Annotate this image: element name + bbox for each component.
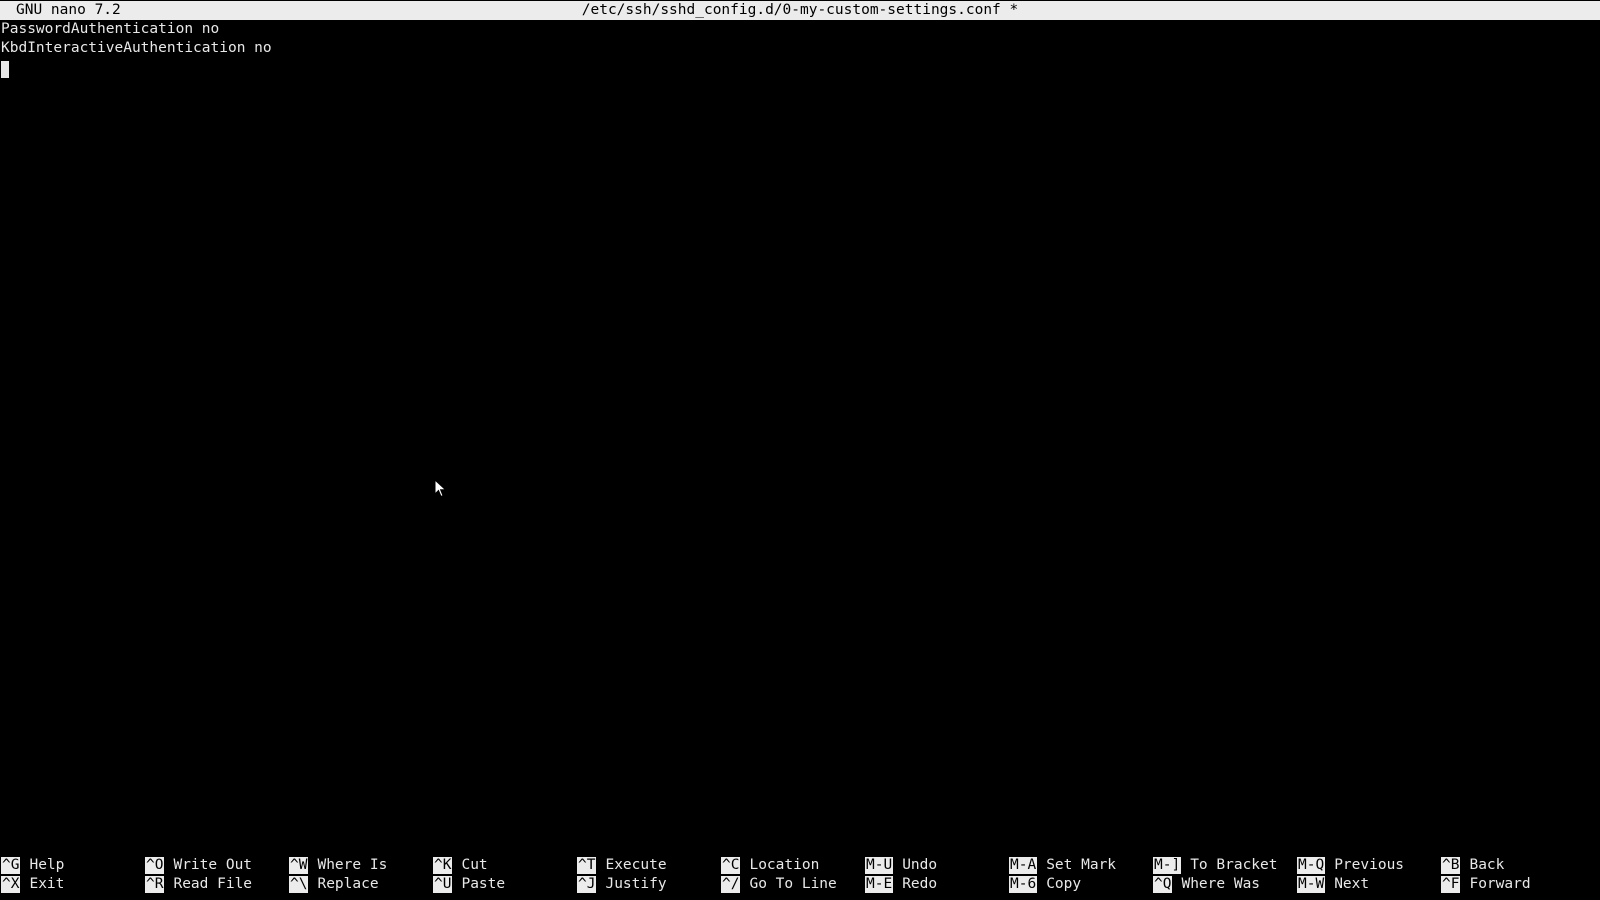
shortcut-key: ^U — [433, 876, 453, 894]
shortcut-key: ^G — [1, 857, 21, 875]
mouse-pointer-icon — [434, 479, 447, 498]
shortcut-key: ^X — [1, 876, 21, 894]
shortcut-label: Undo — [902, 857, 938, 873]
shortcut-key: M-E — [865, 876, 894, 894]
shortcut-label: Paste — [461, 876, 506, 893]
shortcut-key: ^K — [433, 857, 453, 875]
shortcut-label: Redo — [902, 876, 938, 893]
shortcut-key: ^Q — [1153, 876, 1173, 894]
shortcut-label: Execute — [605, 857, 667, 873]
shortcut-label: Replace — [317, 876, 379, 893]
shortcut-to-bracket[interactable]: M-] To Bracket — [1153, 856, 1278, 875]
shortcut-label: Copy — [1046, 876, 1082, 893]
shortcut-label: Where Is — [317, 857, 388, 873]
shortcut-paste[interactable]: ^U Paste — [433, 875, 505, 894]
shortcut-execute[interactable]: ^T Execute — [577, 856, 667, 875]
shortcut-key: M-U — [865, 857, 894, 875]
shortcut-label: Set Mark — [1046, 857, 1117, 873]
shortcut-key: ^T — [577, 857, 597, 875]
shortcut-key: ^B — [1441, 857, 1461, 875]
shortcut-row-top: ^G Help ^O Write Out ^W Where Is ^K Cut ^T Ex… — [0, 856, 1600, 875]
shortcut-undo[interactable]: M-U Undo — [865, 856, 937, 875]
shortcut-help[interactable]: ^G Help — [1, 856, 64, 875]
shortcut-key: M-Q — [1297, 857, 1326, 875]
shortcut-key: M-A — [1009, 857, 1038, 875]
nano-title-bar: GNU nano 7.2 /etc/ssh/sshd_config.d/0-my… — [0, 1, 1600, 20]
shortcut-key: ^F — [1441, 876, 1461, 894]
shortcut-back[interactable]: ^B Back — [1441, 856, 1504, 875]
shortcut-key: ^W — [289, 857, 309, 875]
file-title: /etc/ssh/sshd_config.d/0-my-custom-setti… — [581, 2, 1019, 18]
shortcut-label: Cut — [461, 857, 488, 873]
shortcut-next[interactable]: M-W Next — [1297, 875, 1369, 894]
editor-area[interactable]: PasswordAuthentication no KbdInteractive… — [1, 20, 1599, 856]
shortcut-cut[interactable]: ^K Cut — [433, 856, 488, 875]
shortcut-label: Next — [1334, 876, 1370, 893]
text-cursor — [1, 60, 9, 78]
shortcut-label: Where Was — [1181, 876, 1261, 893]
shortcut-read-file[interactable]: ^R Read File — [145, 875, 252, 894]
editor-line[interactable]: PasswordAuthentication no — [1, 20, 1599, 39]
shortcut-key: ^J — [577, 876, 597, 894]
shortcut-write-out[interactable]: ^O Write Out — [145, 856, 252, 875]
shortcut-location[interactable]: ^C Location — [721, 856, 819, 875]
shortcut-redo[interactable]: M-E Redo — [865, 875, 937, 894]
shortcut-key: ^\ — [289, 876, 309, 894]
shortcut-label: Go To Line — [749, 876, 837, 893]
shortcut-where-is[interactable]: ^W Where Is — [289, 856, 387, 875]
shortcut-bar: ^G Help ^O Write Out ^W Where Is ^K Cut ^T Ex… — [0, 856, 1600, 896]
shortcut-set-mark[interactable]: M-A Set Mark — [1009, 856, 1116, 875]
shortcut-label: Previous — [1334, 857, 1405, 873]
shortcut-label: Help — [29, 857, 65, 873]
shortcut-go-to-line[interactable]: ^/ Go To Line — [721, 875, 837, 894]
shortcut-label: Back — [1469, 857, 1505, 873]
shortcut-label: Exit — [29, 876, 65, 893]
shortcut-label: To Bracket — [1190, 857, 1278, 873]
shortcut-key: ^R — [145, 876, 165, 894]
shortcut-label: Write Out — [173, 857, 253, 873]
shortcut-key: M-] — [1153, 857, 1182, 875]
shortcut-label: Location — [749, 857, 820, 873]
shortcut-justify[interactable]: ^J Justify — [577, 875, 667, 894]
editor-line-text: KbdInteractiveAuthentication no — [1, 40, 272, 57]
shortcut-row-bottom: ^X Exit ^R Read File ^\ Replace ^U Paste ^J J… — [0, 875, 1600, 894]
shortcut-replace[interactable]: ^\ Replace — [289, 875, 379, 894]
editor-line[interactable]: KbdInteractiveAuthentication no — [1, 39, 1599, 58]
shortcut-previous[interactable]: M-Q Previous — [1297, 856, 1404, 875]
shortcut-label: Justify — [605, 876, 667, 893]
shortcut-label: Forward — [1469, 876, 1531, 893]
shortcut-where-was[interactable]: ^Q Where Was — [1153, 875, 1260, 894]
shortcut-key: ^O — [145, 857, 165, 875]
editor-line-current[interactable] — [1, 59, 1599, 78]
shortcut-copy[interactable]: M-6 Copy — [1009, 875, 1081, 894]
editor-line-text: PasswordAuthentication no — [1, 21, 220, 37]
shortcut-key: ^C — [721, 857, 741, 875]
shortcut-forward[interactable]: ^F Forward — [1441, 875, 1531, 894]
shortcut-key: M-W — [1297, 876, 1326, 894]
shortcut-key: ^/ — [721, 876, 741, 894]
shortcut-exit[interactable]: ^X Exit — [1, 875, 64, 894]
shortcut-label: Read File — [173, 876, 253, 893]
shortcut-key: M-6 — [1009, 876, 1038, 894]
